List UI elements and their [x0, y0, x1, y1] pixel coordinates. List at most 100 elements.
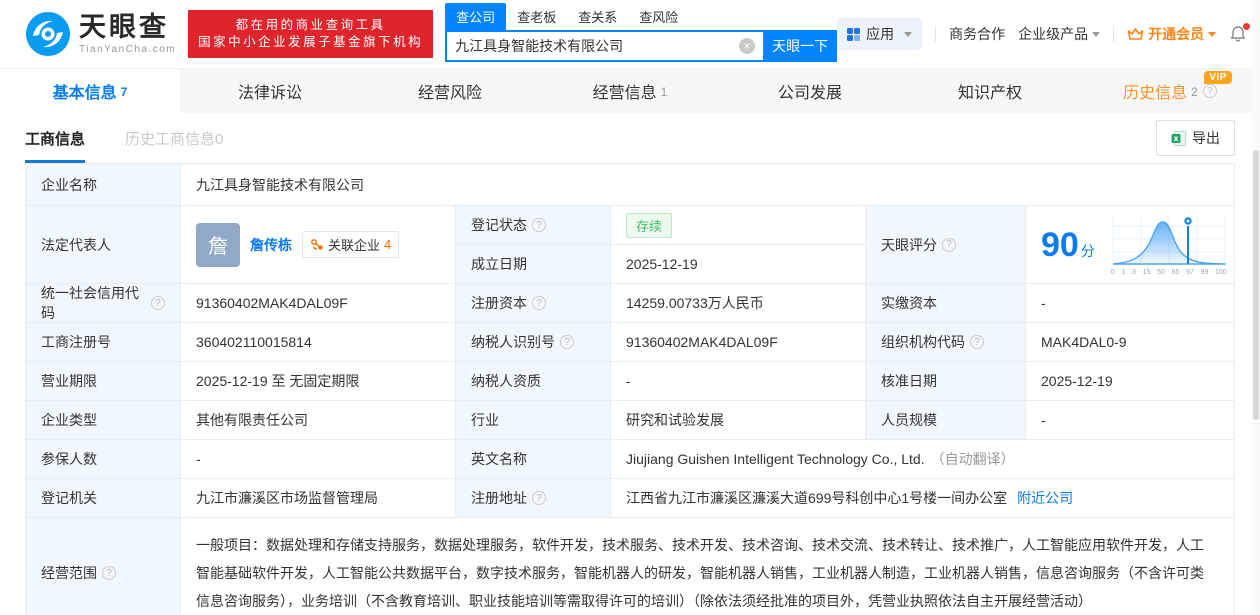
- tianyancha-logo-icon: [26, 12, 70, 56]
- legal-rep-name-link[interactable]: 詹传栋: [250, 235, 292, 255]
- score-unit: 分: [1080, 242, 1095, 259]
- legal-rep-avatar[interactable]: 詹: [196, 222, 240, 267]
- tianyancha-logo[interactable]: 天眼查 TianYanCha.com: [25, 11, 176, 57]
- apps-menu[interactable]: 应用: [837, 18, 923, 50]
- top-nav: 应用 商务合作 企业级产品 开通会员 超级风...: [837, 18, 1260, 50]
- vip-badge: VIP: [1204, 71, 1232, 84]
- excel-icon: x: [1171, 130, 1186, 146]
- subtab-business-registration[interactable]: 工商信息: [25, 113, 86, 163]
- nav-cooperation[interactable]: 商务合作: [949, 24, 1005, 44]
- export-button[interactable]: x 导出: [1156, 120, 1235, 156]
- search-tab-relation[interactable]: 查关系: [567, 3, 628, 30]
- help-icon[interactable]: [970, 335, 984, 349]
- nearby-companies-link[interactable]: 附近公司: [1017, 488, 1073, 508]
- nav-vip[interactable]: 开通会员: [1127, 24, 1217, 44]
- scrollbar-thumb[interactable]: [1253, 150, 1259, 420]
- field-value-reg-address: 江西省九江市濂溪区濂溪大道699号科创中心1号楼一间办公室 附近公司: [611, 479, 1234, 518]
- field-label-taxpayer-id: 纳税人识别号: [456, 323, 611, 362]
- search-input[interactable]: [447, 38, 740, 54]
- slogan-line1: 都在用的商业查询工具: [235, 18, 386, 32]
- label-text: 注册资本: [471, 295, 527, 311]
- search-tab-boss[interactable]: 查老板: [506, 3, 567, 30]
- label-text: 登记状态: [471, 217, 527, 233]
- search-tab-risk[interactable]: 查风险: [628, 3, 689, 30]
- auto-translate-note: （自动翻译）: [930, 451, 1015, 467]
- divider: [935, 26, 937, 42]
- field-label-insured-count: 参保人数: [26, 440, 181, 479]
- subtab-history-registration[interactable]: 历史工商信息0: [125, 113, 223, 163]
- related-companies-label: 关联企业: [328, 238, 381, 253]
- tab-label: 历史信息: [1123, 85, 1188, 102]
- related-companies-badge[interactable]: 关联企业 4: [302, 231, 400, 258]
- help-icon[interactable]: [1202, 84, 1217, 98]
- subnav: 工商信息 历史工商信息0 x 导出: [0, 113, 1260, 163]
- field-label-business-scope: 经营范围: [26, 518, 181, 615]
- score-chart-axis: 01 3 15 50 85 97 99 100: [1110, 268, 1227, 276]
- tab-label: 公司发展: [777, 85, 842, 102]
- nav-enterprise[interactable]: 企业级产品: [1018, 24, 1101, 44]
- tab-count: 7: [120, 85, 128, 99]
- status-badge: 存续: [626, 212, 673, 238]
- svg-text:x: x: [1174, 134, 1179, 143]
- export-label: 导出: [1192, 130, 1220, 146]
- search-tab-company[interactable]: 查公司: [445, 3, 507, 30]
- tab-business-info[interactable]: 经营信息 1: [540, 69, 720, 113]
- field-label-reg-address: 注册地址: [456, 479, 611, 518]
- search-button[interactable]: 天眼一下: [763, 30, 838, 62]
- field-value-taxpayer-quality: -: [611, 362, 866, 401]
- tab-basic-info[interactable]: 基本信息 7: [0, 69, 180, 113]
- field-value-company-name: 九江具身智能技术有限公司: [181, 164, 1234, 206]
- tab-legal-litigation[interactable]: 法律诉讼: [180, 69, 360, 113]
- chevron-down-icon: [904, 31, 913, 37]
- field-label-established-date: 成立日期: [456, 245, 611, 284]
- notification-dot: [1243, 23, 1251, 30]
- field-value-reg-capital: 14259.00733万人民币: [611, 284, 866, 323]
- slogan-banner: 都在用的商业查询工具 国家中小企业发展子基金旗下机构: [188, 10, 434, 58]
- field-label-legal-rep: 法定代表人: [26, 206, 181, 284]
- chevron-down-icon: [1092, 31, 1101, 37]
- tab-business-risk[interactable]: 经营风险: [360, 69, 540, 113]
- help-icon[interactable]: [151, 296, 165, 310]
- field-value-tianyan-score: 90 分 0 1 3 15 50 85 97 99 100: [1026, 206, 1234, 284]
- chevron-down-icon: [1208, 31, 1217, 37]
- field-label-industry: 行业: [456, 401, 611, 440]
- scrollbar[interactable]: [1252, 0, 1260, 615]
- company-info-table: 企业名称 九江具身智能技术有限公司 法定代表人 詹 詹传栋 关联企业 4 登记状…: [25, 163, 1235, 615]
- tab-label: 法律诉讼: [237, 85, 302, 102]
- main-tabbar: 基本信息 7 法律诉讼 经营风险 经营信息 1 公司发展 知识产权 VIP 历史…: [0, 68, 1260, 113]
- score-value: 90 分: [1041, 228, 1095, 262]
- field-value-credit-code: 91360402MAK4DAL09F: [181, 284, 456, 323]
- network-icon: [311, 238, 323, 250]
- nav-enterprise-label: 企业级产品: [1018, 26, 1089, 42]
- search-tabs: 查公司 查老板 查关系 查风险: [445, 3, 837, 30]
- help-icon[interactable]: [532, 218, 546, 232]
- tab-count: 2: [1191, 85, 1198, 99]
- slogan-line2: 国家中小企业发展子基金旗下机构: [198, 35, 424, 49]
- help-icon[interactable]: [532, 491, 546, 505]
- help-icon[interactable]: [942, 237, 956, 252]
- field-label-reg-authority: 登记机关: [26, 479, 181, 518]
- field-label-paid-capital: 实缴资本: [866, 284, 1026, 323]
- clear-icon[interactable]: [739, 38, 756, 54]
- field-label-tianyan-score: 天眼评分: [866, 206, 1026, 284]
- apps-label: 应用: [866, 26, 895, 42]
- notifications-bell[interactable]: [1229, 23, 1251, 43]
- field-value-reg-number: 360402110015814: [181, 323, 456, 362]
- address-text: 江西省九江市濂溪区濂溪大道699号科创中心1号楼一间办公室: [626, 490, 1008, 506]
- help-icon[interactable]: [560, 335, 574, 349]
- field-label-reg-capital: 注册资本: [456, 284, 611, 323]
- label-text: 注册地址: [471, 490, 527, 506]
- score-distribution-chart: 01 3 15 50 85 97 99 100: [1109, 214, 1229, 276]
- help-icon[interactable]: [102, 566, 116, 580]
- field-value-reg-authority: 九江市濂溪区市场监督管理局: [181, 479, 456, 518]
- nav-vip-label: 开通会员: [1148, 26, 1205, 42]
- label-text: 经营范围: [41, 565, 97, 581]
- tab-label: 基本信息: [52, 85, 117, 102]
- field-label-company-name: 企业名称: [26, 164, 181, 206]
- help-icon[interactable]: [532, 296, 546, 310]
- tab-intellectual-property[interactable]: 知识产权: [900, 69, 1080, 113]
- brand-domain: TianYanCha.com: [79, 43, 177, 55]
- field-value-taxpayer-id: 91360402MAK4DAL09F: [611, 323, 866, 362]
- tab-history-info[interactable]: VIP 历史信息 2: [1080, 69, 1260, 113]
- tab-company-development[interactable]: 公司发展: [720, 69, 900, 113]
